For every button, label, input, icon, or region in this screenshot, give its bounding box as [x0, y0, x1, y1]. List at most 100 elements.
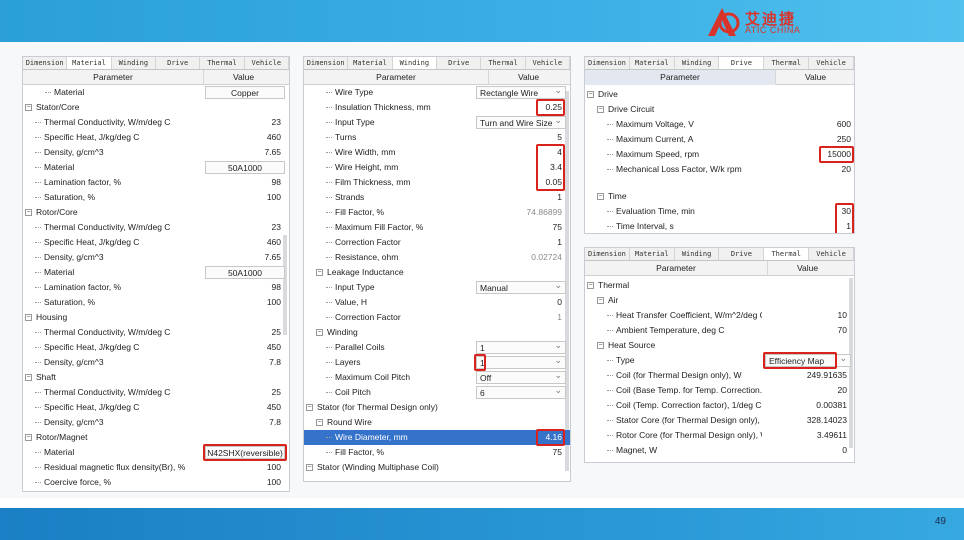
value-cell[interactable]: 20 [775, 162, 854, 177]
group-row[interactable]: − Stator (Winding Multiphase Coil) [304, 460, 570, 475]
value-cell[interactable]: 100 [205, 190, 285, 205]
value-cell[interactable]: 0.00381 [765, 398, 851, 413]
tab-material[interactable]: Material [630, 57, 675, 69]
value-dropdown[interactable]: Manual [476, 279, 566, 294]
parameter-row[interactable]: Specific Heat, J/kg/deg C 450 [23, 400, 289, 415]
value-cell[interactable] [765, 338, 851, 353]
parameter-row[interactable]: Material N42SHX(reversible) [23, 445, 289, 460]
value-dropdown[interactable]: 1 [476, 354, 566, 369]
group-row[interactable]: − Winding [304, 325, 570, 340]
value-cell[interactable]: 30 [775, 204, 854, 219]
parameter-row[interactable]: Specific Heat, J/kg/deg C 460 [23, 130, 289, 145]
value-cell[interactable]: 600 [775, 117, 854, 132]
value-cell[interactable] [476, 400, 566, 415]
parameter-row[interactable]: Saturation, % 100 [23, 190, 289, 205]
parameter-row[interactable]: Maximum Speed, rpm 15000 [585, 147, 854, 162]
tab-vehicle[interactable]: Vehicle [245, 57, 289, 69]
collapse-toggle-icon[interactable]: − [597, 342, 604, 349]
parameter-row[interactable]: Lamination factor, % 98 [23, 280, 289, 295]
parameter-row[interactable]: Density, g/cm^3 7.8 [23, 355, 289, 370]
group-row[interactable]: − Heat Source [585, 338, 854, 353]
value-cell[interactable]: 98 [205, 280, 285, 295]
value-cell[interactable]: 100 [205, 295, 285, 310]
group-row[interactable]: − Air [585, 293, 854, 308]
parameter-row[interactable]: Maximum Current, A 250 [585, 132, 854, 147]
group-row[interactable]: − Rotor/Magnet [23, 430, 289, 445]
tab-dimension[interactable]: Dimension [585, 57, 630, 69]
parameter-row[interactable]: Strands 1 [304, 190, 570, 205]
parameter-row[interactable]: Thermal Conductivity, W/m/deg C 23 [23, 115, 289, 130]
value-cell[interactable]: 249.91635 [765, 368, 851, 383]
group-row[interactable]: − Housing [23, 310, 289, 325]
value-field[interactable]: 50A1000 [205, 266, 285, 279]
parameter-row[interactable]: Thermal Conductivity, W/m/deg C 25 [23, 385, 289, 400]
value-cell[interactable]: 20 [765, 383, 851, 398]
parameter-row[interactable]: Lamination factor, % 98 [23, 175, 289, 190]
collapse-toggle-icon[interactable]: − [316, 329, 323, 336]
value-cell[interactable]: 1 [476, 235, 566, 250]
tab-vehicle[interactable]: Vehicle [809, 248, 854, 260]
parameter-row[interactable]: Stator Core (for Thermal Design only), W… [585, 413, 854, 428]
tab-winding[interactable]: Winding [392, 57, 437, 69]
collapse-toggle-icon[interactable]: − [587, 282, 594, 289]
value-field[interactable]: N42SHX(reversible) [205, 446, 285, 459]
value-cell[interactable]: 7.65 [205, 250, 285, 265]
value-cell[interactable] [205, 100, 285, 115]
value-cell[interactable]: 450 [205, 340, 285, 355]
collapse-toggle-icon[interactable]: − [597, 106, 604, 113]
value-cell[interactable]: 0.02724 [476, 250, 566, 265]
parameter-row[interactable]: Time Interval, s 1 [585, 219, 854, 233]
value-dropdown[interactable]: Efficiency Map [765, 352, 851, 367]
group-row[interactable]: − Drive [585, 87, 854, 102]
value-cell[interactable] [765, 293, 851, 308]
collapse-toggle-icon[interactable]: − [306, 404, 313, 411]
group-row[interactable]: − Shaft [23, 370, 289, 385]
tab-thermal[interactable]: Thermal [200, 57, 245, 69]
parameter-row[interactable]: Mechanical Loss Factor, W/k rpm 20 [585, 162, 854, 177]
value-cell[interactable]: 4 [476, 145, 566, 160]
group-row[interactable]: − Leakage Inductance [304, 265, 570, 280]
parameter-row[interactable]: Parallel Coils 1 [304, 339, 570, 355]
value-cell[interactable]: 250 [775, 132, 854, 147]
value-cell[interactable]: 7.65 [205, 145, 285, 160]
value-cell[interactable]: 3.4 [476, 160, 566, 175]
group-row[interactable]: − Stator (for Thermal Design only) [304, 400, 570, 415]
value-cell[interactable]: 100 [205, 460, 285, 475]
parameter-row[interactable]: Wire Width, mm 4 [304, 145, 570, 160]
value-cell[interactable]: 75 [476, 445, 566, 460]
value-cell[interactable] [476, 265, 566, 280]
collapse-toggle-icon[interactable]: − [25, 314, 32, 321]
parameter-row[interactable]: Value, H 0 [304, 295, 570, 310]
tab-thermal[interactable]: Thermal [764, 248, 810, 260]
value-cell[interactable]: 328.14023 [765, 413, 851, 428]
value-cell[interactable]: 0.25 [476, 100, 566, 115]
parameter-row[interactable]: Ambient Temperature, deg C 70 [585, 323, 854, 338]
value-dropdown[interactable]: 1 [476, 339, 566, 354]
value-cell[interactable]: 74.86899 [476, 205, 566, 220]
parameter-row[interactable]: Residual magnetic flux density(Br), % 100 [23, 460, 289, 475]
collapse-toggle-icon[interactable]: − [25, 104, 32, 111]
value-cell[interactable]: 4.16 [476, 430, 566, 445]
value-cell[interactable]: 25 [205, 385, 285, 400]
collapse-toggle-icon[interactable]: − [306, 464, 313, 471]
parameter-row[interactable]: Heat Transfer Coefficient, W/m^2/deg C 10 [585, 308, 854, 323]
parameter-row[interactable]: Type Efficiency Map [585, 352, 854, 368]
value-cell[interactable]: 5 [476, 130, 566, 145]
parameter-row[interactable]: Rotor Core (for Thermal Design only), W3… [585, 428, 854, 443]
value-field[interactable]: Copper [205, 86, 285, 99]
tab-winding[interactable]: Winding [675, 57, 720, 69]
parameter-row[interactable]: Layers 1 [304, 354, 570, 370]
tab-drive[interactable]: Drive [719, 57, 765, 69]
collapse-toggle-icon[interactable]: − [597, 193, 604, 200]
value-cell[interactable]: 1 [775, 219, 854, 233]
value-dropdown[interactable]: 6 [476, 384, 566, 399]
parameter-row[interactable]: Material 50A1000 [23, 160, 289, 175]
value-cell[interactable] [205, 430, 285, 445]
tab-drive[interactable]: Drive [437, 57, 482, 69]
parameter-row[interactable]: Wire Diameter, mm 4.16 [304, 430, 570, 445]
parameter-row[interactable]: Maximum Fill Factor, % 75 [304, 220, 570, 235]
parameter-row[interactable]: Correction Factor 1 [304, 310, 570, 325]
tab-vehicle[interactable]: Vehicle [526, 57, 570, 69]
value-dropdown[interactable]: Off [476, 369, 566, 384]
value-cell[interactable]: 75 [476, 220, 566, 235]
